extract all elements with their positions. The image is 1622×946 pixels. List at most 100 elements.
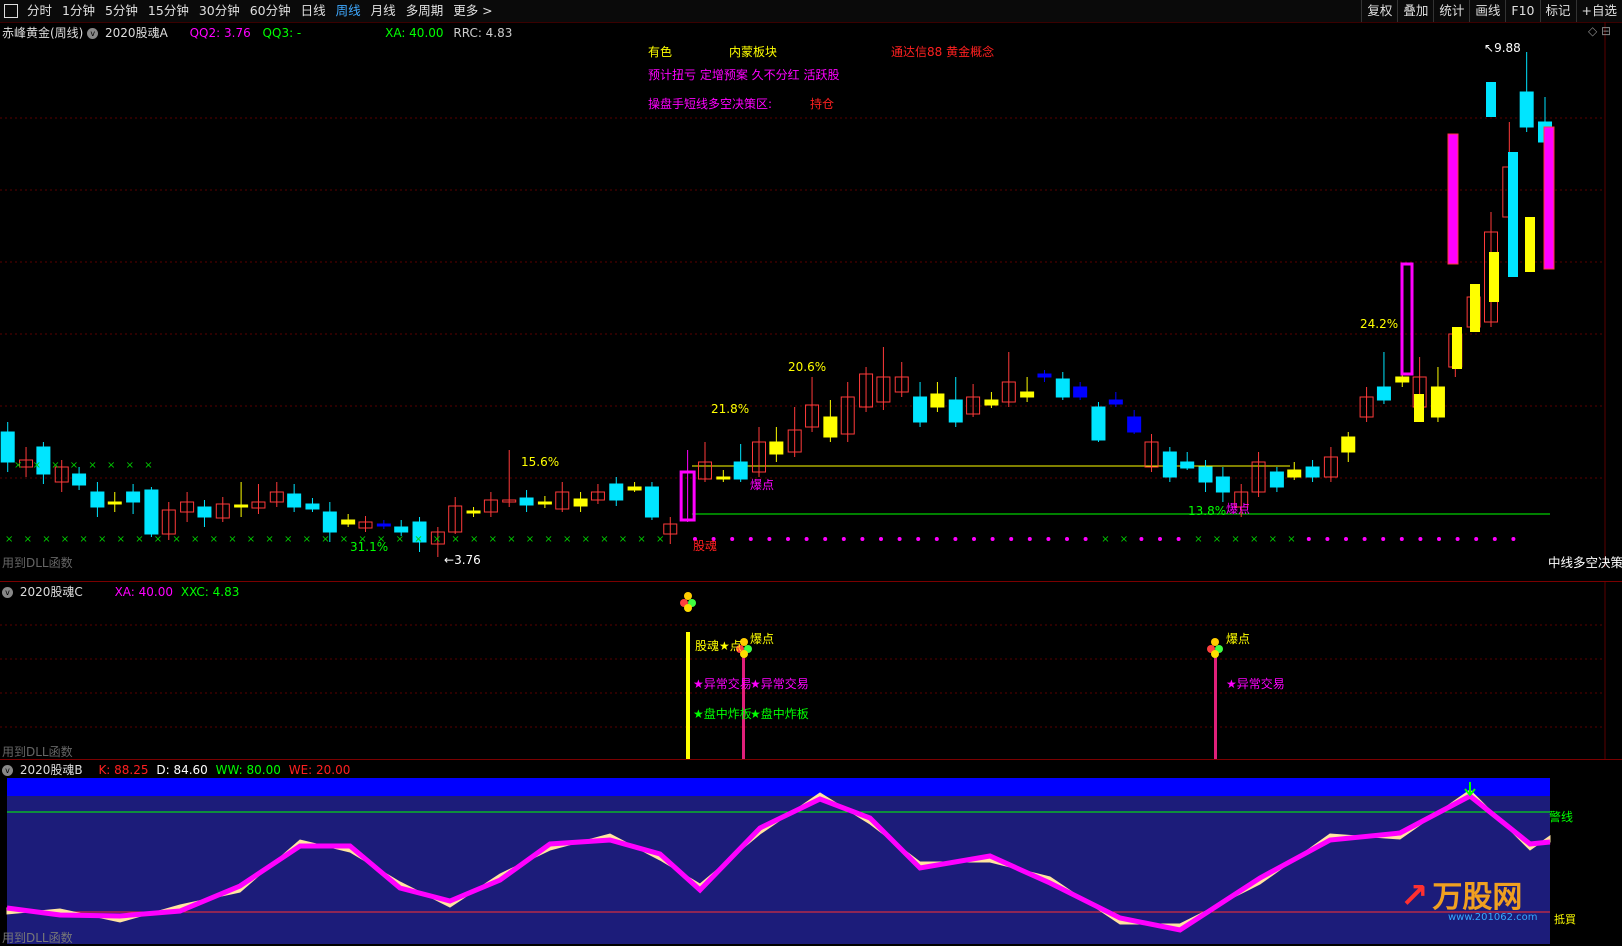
x-marker: × (24, 534, 32, 545)
ball-icon (684, 604, 692, 612)
signal-dot (1176, 537, 1181, 541)
yichang-label-2: ★异常交易 (750, 677, 809, 691)
panel-divider-2 (0, 759, 1622, 760)
x-marker: × (191, 534, 199, 545)
x-marker: × (79, 534, 87, 545)
ball-icon (1211, 650, 1219, 658)
low-price-label: ←3.76 (444, 553, 481, 567)
signal-dot (860, 537, 865, 541)
x-marker-right: × (1287, 534, 1295, 545)
toolbar-btn-1[interactable]: 叠加 (1397, 0, 1433, 22)
high-price-label: ↖9.88 (1484, 41, 1521, 55)
x-marker: × (489, 534, 497, 545)
panelB-bg (7, 778, 1550, 944)
signal-dot (1362, 537, 1367, 541)
pct-label-3: 20.6% (788, 360, 827, 374)
candle-body (1341, 436, 1356, 453)
signal-dot (1455, 537, 1460, 541)
signal-dot (934, 537, 939, 541)
x-marker: × (61, 534, 69, 545)
signal-dot (1158, 537, 1162, 541)
x-marker-right: × (1213, 534, 1221, 545)
x-marker-right: × (1194, 534, 1202, 545)
signal-dot (1511, 537, 1516, 541)
candle-body (913, 396, 928, 423)
panelC-baodian-a: 爆点 (750, 632, 775, 646)
x-marker: × (284, 534, 292, 545)
toolbar-btn-2[interactable]: 统计 (1433, 0, 1469, 22)
period-tab-0[interactable]: 分时 (22, 0, 57, 22)
toolbar-btn-0[interactable]: 复权 (1361, 0, 1397, 22)
candle-body (1020, 391, 1035, 398)
panel-menu-icon[interactable]: ◇ ⊟ (1588, 24, 1611, 38)
ball-icon (684, 592, 692, 600)
candle-body-magenta-outline (1400, 262, 1414, 376)
x-marker: × (210, 534, 218, 545)
yichang-label-1: ★异常交易 (693, 677, 752, 691)
period-tab-2[interactable]: 5分钟 (100, 0, 143, 22)
candle-body (1430, 386, 1445, 418)
main-footer-dll: 用到DLL函数 (2, 556, 73, 570)
candle-body (627, 486, 642, 491)
period-tab-6[interactable]: 日线 (296, 0, 331, 22)
guhun-star-label: 股魂★点 (695, 639, 742, 653)
x-marker: × (396, 534, 404, 545)
candle-body (1108, 399, 1123, 405)
period-tab-10[interactable]: 更多 > (448, 0, 497, 22)
pct-label-6: 31.1% (350, 540, 389, 554)
signal-dot (1009, 537, 1014, 541)
x-marker: × (42, 534, 50, 545)
window-icon[interactable] (4, 4, 18, 18)
candle-body (733, 461, 748, 480)
candle-body (930, 393, 945, 408)
x-marker: × (154, 534, 162, 545)
panelB-top-band (7, 778, 1550, 796)
watermark-arrow-icon: ↗ (1400, 876, 1429, 916)
signal-dot (1418, 537, 1423, 541)
signal-dot (748, 537, 753, 541)
panelB-footer-dll: 用到DLL函数 (2, 931, 73, 945)
candle-body (1037, 373, 1052, 378)
period-tab-1[interactable]: 1分钟 (57, 0, 100, 22)
toolbar-btn-3[interactable]: 画线 (1469, 0, 1505, 22)
ball-icon (1211, 638, 1219, 646)
panelB-title[interactable]: 2020股魂B (20, 763, 83, 777)
candle-body (716, 476, 731, 480)
signal-dot (1344, 537, 1348, 541)
signal-dot (897, 537, 902, 541)
guhun-label: 股魂 (693, 539, 718, 553)
candle-body (107, 501, 122, 505)
toolbar-btn-4[interactable]: F10 (1505, 0, 1539, 22)
signal-dot (1325, 537, 1330, 541)
candle-body (769, 441, 784, 455)
candle-body (823, 416, 838, 438)
x-marker-top: × (144, 460, 152, 471)
signal-dot (1437, 537, 1441, 541)
candlestick-chart[interactable]: × × × × × × × × × × × × × × × × × × × × × × × × × × × × × × × × × × × × × × × ×… (0, 22, 1622, 567)
panelB-title-bar: v 2020股魂B K: 88.25 D: 84.60 WW: 80.00 WE… (2, 761, 350, 778)
candle-body (1127, 416, 1142, 433)
period-tab-3[interactable]: 15分钟 (143, 0, 194, 22)
x-marker-top: × (126, 460, 134, 471)
candle-body (573, 498, 588, 507)
period-tab-5[interactable]: 60分钟 (245, 0, 296, 22)
period-tab-8[interactable]: 月线 (366, 0, 401, 22)
watermark-brand: 万股网 (1432, 880, 1523, 915)
x-marker: × (656, 534, 664, 545)
signal-dot (1083, 537, 1088, 541)
period-tab-7[interactable]: 周线 (331, 0, 366, 22)
period-tab-4[interactable]: 30分钟 (194, 0, 245, 22)
x-marker-right: × (1101, 534, 1109, 545)
x-marker: × (265, 534, 273, 545)
x-marker: × (321, 534, 329, 545)
toolbar-btn-6[interactable]: +自选 (1575, 0, 1622, 22)
candle-body (322, 511, 337, 533)
panelB-k: K: 88.25 (98, 763, 149, 777)
candle-body (197, 506, 212, 518)
x-marker: × (600, 534, 608, 545)
yichang-label-3: ★异常交易 (1226, 677, 1285, 691)
panelB-ww: WW: 80.00 (215, 763, 281, 777)
toolbar-btn-5[interactable]: 标记 (1539, 0, 1576, 22)
panelB-toggle-icon[interactable]: v (2, 765, 13, 776)
period-tab-9[interactable]: 多周期 (401, 0, 449, 22)
